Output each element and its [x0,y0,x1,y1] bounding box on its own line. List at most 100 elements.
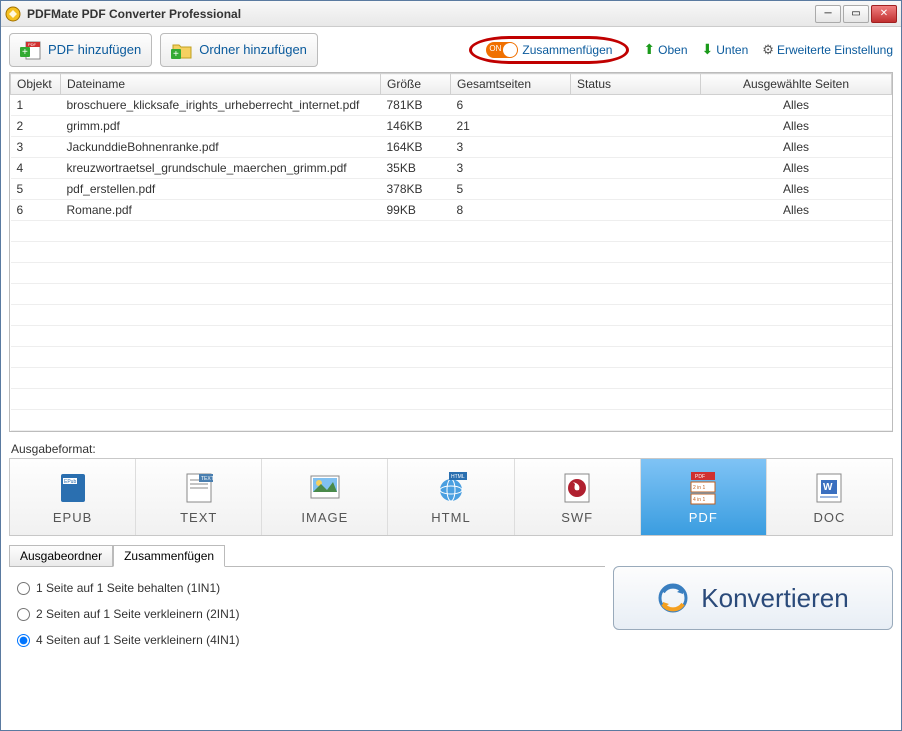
cell-selected: Alles [701,200,892,221]
table-row[interactable]: 3JackunddieBohnenranke.pdf164KB3Alles [11,137,892,158]
svg-text:W: W [823,482,833,493]
header-name[interactable]: Dateiname [61,74,381,95]
maximize-button[interactable]: ▭ [843,5,869,23]
header-status[interactable]: Status [571,74,701,95]
format-epub[interactable]: EPubEPUB [10,459,136,535]
radio-4in1[interactable] [17,634,30,647]
settings-label: Erweiterte Einstellung [777,43,893,57]
svg-text:4 in 1: 4 in 1 [693,497,705,503]
format-label-pdf: PDF [689,510,718,525]
text-icon: TEXT [181,470,217,506]
header-size[interactable]: Größe [381,74,451,95]
cell-status [571,116,701,137]
opt-2in1[interactable]: 2 Seiten auf 1 Seite verkleinern (2IN1) [17,607,597,621]
svg-text:+: + [22,47,28,58]
opt-4in1[interactable]: 4 Seiten auf 1 Seite verkleinern (4IN1) [17,633,597,647]
cell-pages: 3 [451,137,571,158]
table-row[interactable]: 1broschuere_klicksafe_irights_urheberrec… [11,95,892,116]
cell-pages: 8 [451,200,571,221]
cell-status [571,200,701,221]
move-up-button[interactable]: ⬆ Oben [643,41,687,58]
table-header-row: Objekt Dateiname Größe Gesamtseiten Stat… [11,74,892,95]
file-table: Objekt Dateiname Größe Gesamtseiten Stat… [9,72,893,432]
svg-text:PDF: PDF [695,474,705,480]
radio-1in1[interactable] [17,582,30,595]
table-row[interactable]: 6Romane.pdf99KB8 Alles [11,200,892,221]
svg-text:TEXT: TEXT [201,476,214,482]
add-folder-icon: + [171,39,193,61]
cell-selected: Alles [701,158,892,179]
radio-2in1[interactable] [17,608,30,621]
tab-merge[interactable]: Zusammenfügen [113,545,225,567]
table-row-empty [11,221,892,242]
minimize-button[interactable]: ─ [815,5,841,23]
add-folder-button[interactable]: + Ordner hinzufügen [160,33,318,67]
move-down-label: Unten [716,43,748,57]
table-row-empty [11,347,892,368]
opt-2in1-label: 2 Seiten auf 1 Seite verkleinern (2IN1) [36,607,239,621]
tab-output-folder[interactable]: Ausgabeordner [9,545,113,567]
cell-pages: 5 [451,179,571,200]
cell-status [571,158,701,179]
header-obj[interactable]: Objekt [11,74,61,95]
cell-obj: 1 [11,95,61,116]
table-row-empty [11,368,892,389]
format-swf[interactable]: SWF [515,459,641,535]
window-buttons: ─ ▭ ✕ [815,5,897,23]
close-button[interactable]: ✕ [871,5,897,23]
merge-label: Zusammenfügen [522,43,612,57]
opt-1in1-label: 1 Seite auf 1 Seite behalten (1IN1) [36,581,220,595]
table-row-empty [11,284,892,305]
format-doc[interactable]: W DOC [767,459,892,535]
cell-pages: 21 [451,116,571,137]
header-selected[interactable]: Ausgewählte Seiten [701,74,892,95]
cell-status [571,95,701,116]
move-up-label: Oben [658,43,687,57]
cell-size: 99KB [381,200,451,221]
gear-icon: ⚙ [762,42,774,58]
cell-obj: 6 [11,200,61,221]
table-row-empty [11,305,892,326]
format-html[interactable]: HTMLHTML [388,459,514,535]
cell-obj: 3 [11,137,61,158]
svg-text:+: + [173,49,179,60]
merge-toggle[interactable] [486,42,518,58]
add-pdf-button[interactable]: PDF+ PDF hinzufügen [9,33,152,67]
convert-button[interactable]: Konvertieren [613,566,893,630]
bottom-panel: Ausgabeordner Zusammenfügen 1 Seite auf … [9,544,893,673]
cell-status [571,137,701,158]
format-image[interactable]: IMAGE [262,459,388,535]
cell-name: Romane.pdf [61,200,381,221]
format-text[interactable]: TEXT TEXT [136,459,262,535]
settings-button[interactable]: ⚙ Erweiterte Einstellung [762,42,893,58]
format-label-swf: SWF [561,510,593,525]
toolbar: PDF+ PDF hinzufügen + Ordner hinzufügen … [1,27,901,72]
cell-selected: Alles [701,137,892,158]
table-row[interactable]: 4kreuzwortraetsel_grundschule_maerchen_g… [11,158,892,179]
epub-icon: EPub [55,470,91,506]
svg-text:2 in 1: 2 in 1 [693,485,705,491]
cell-obj: 4 [11,158,61,179]
convert-icon [657,582,689,614]
cell-selected: Alles [701,95,892,116]
cell-size: 378KB [381,179,451,200]
cell-selected: Alles [701,116,892,137]
move-down-button[interactable]: ⬇ Unten [702,41,749,58]
cell-name: broschuere_klicksafe_irights_urheberrech… [61,95,381,116]
format-pdf[interactable]: PDF 2 in 1 4 in 1 PDF [641,459,767,535]
table-row[interactable]: 5pdf_erstellen.pdf378KB5Alles [11,179,892,200]
table-row-empty [11,389,892,410]
header-pages[interactable]: Gesamtseiten [451,74,571,95]
format-label-text: TEXT [180,510,217,525]
cell-size: 35KB [381,158,451,179]
table-row-empty [11,410,892,431]
arrow-up-icon: ⬆ [643,41,655,58]
table-row[interactable]: 2grimm.pdf146KB21Alles [11,116,892,137]
format-label-doc: DOC [813,510,845,525]
cell-pages: 3 [451,158,571,179]
image-icon [307,470,343,506]
opt-1in1[interactable]: 1 Seite auf 1 Seite behalten (1IN1) [17,581,597,595]
arrow-down-icon: ⬇ [702,41,714,58]
cell-name: JackunddieBohnenranke.pdf [61,137,381,158]
cell-obj: 5 [11,179,61,200]
